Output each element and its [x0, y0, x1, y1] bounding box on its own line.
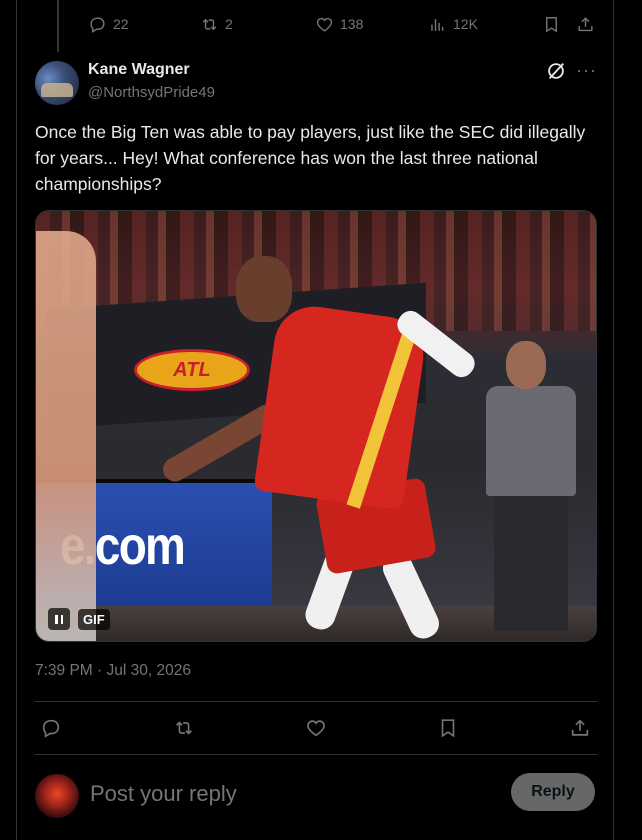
- arena-logo-sign: ATL: [134, 349, 250, 391]
- bystander-legs: [494, 491, 568, 631]
- prev-repost-count: 2: [225, 16, 233, 32]
- prev-reply-count: 22: [113, 16, 129, 32]
- prev-like-count: 138: [340, 16, 364, 32]
- gif-label: GIF: [78, 608, 110, 630]
- prev-reply-button[interactable]: 22: [88, 10, 129, 38]
- post-media-gif[interactable]: ATL e.com: [35, 210, 597, 642]
- post-action-bar: [35, 710, 597, 746]
- previous-post-action-bar: 22 2 138 12K: [88, 10, 608, 38]
- player-head: [236, 256, 292, 322]
- reply-submit-button[interactable]: Reply: [511, 773, 595, 811]
- share-icon: [571, 719, 589, 736]
- current-user-avatar[interactable]: [35, 774, 79, 818]
- thread-connector-line: [57, 0, 59, 52]
- more-options-icon[interactable]: ···: [576, 60, 596, 82]
- repost-button[interactable]: [170, 714, 198, 742]
- post-text: Once the Big Ten was able to pay players…: [35, 122, 586, 194]
- like-button[interactable]: [302, 714, 330, 742]
- author-avatar[interactable]: [35, 61, 79, 105]
- pause-icon[interactable]: [48, 608, 70, 630]
- heart-icon: [316, 17, 333, 32]
- views-icon: [431, 18, 444, 31]
- repost-icon: [202, 18, 217, 30]
- reply-button[interactable]: [37, 714, 65, 742]
- post-timestamp[interactable]: 7:39 PM · Jul 30, 2026: [35, 662, 191, 680]
- prev-bookmark-button[interactable]: [542, 10, 561, 38]
- reply-input[interactable]: [90, 778, 490, 810]
- reply-icon: [42, 719, 60, 738]
- bystander-head: [506, 341, 546, 389]
- divider: [35, 701, 597, 702]
- partial-player-left: [36, 231, 96, 641]
- column-border-left: [16, 0, 17, 840]
- prev-like-button[interactable]: 138: [315, 10, 363, 38]
- column-border-right: [613, 0, 614, 840]
- repost-icon: [176, 721, 192, 735]
- author-name[interactable]: Kane Wagner: [88, 61, 190, 79]
- grok-icon[interactable]: [545, 60, 567, 82]
- bookmark-icon: [441, 719, 455, 738]
- heart-icon: [307, 720, 325, 737]
- share-button[interactable]: [566, 714, 594, 742]
- bookmark-icon: [546, 16, 557, 33]
- share-icon: [578, 16, 593, 31]
- divider: [35, 754, 597, 755]
- bystander-body: [486, 386, 576, 496]
- prev-share-button[interactable]: [576, 10, 595, 38]
- prev-repost-button[interactable]: 2: [200, 10, 233, 38]
- reply-icon: [90, 16, 105, 33]
- author-handle[interactable]: @NorthsydPride49: [88, 84, 215, 101]
- bookmark-button[interactable]: [434, 714, 462, 742]
- gif-controls: GIF: [48, 607, 110, 631]
- prev-views-count: 12K: [453, 16, 478, 32]
- prev-views-button[interactable]: 12K: [428, 10, 478, 38]
